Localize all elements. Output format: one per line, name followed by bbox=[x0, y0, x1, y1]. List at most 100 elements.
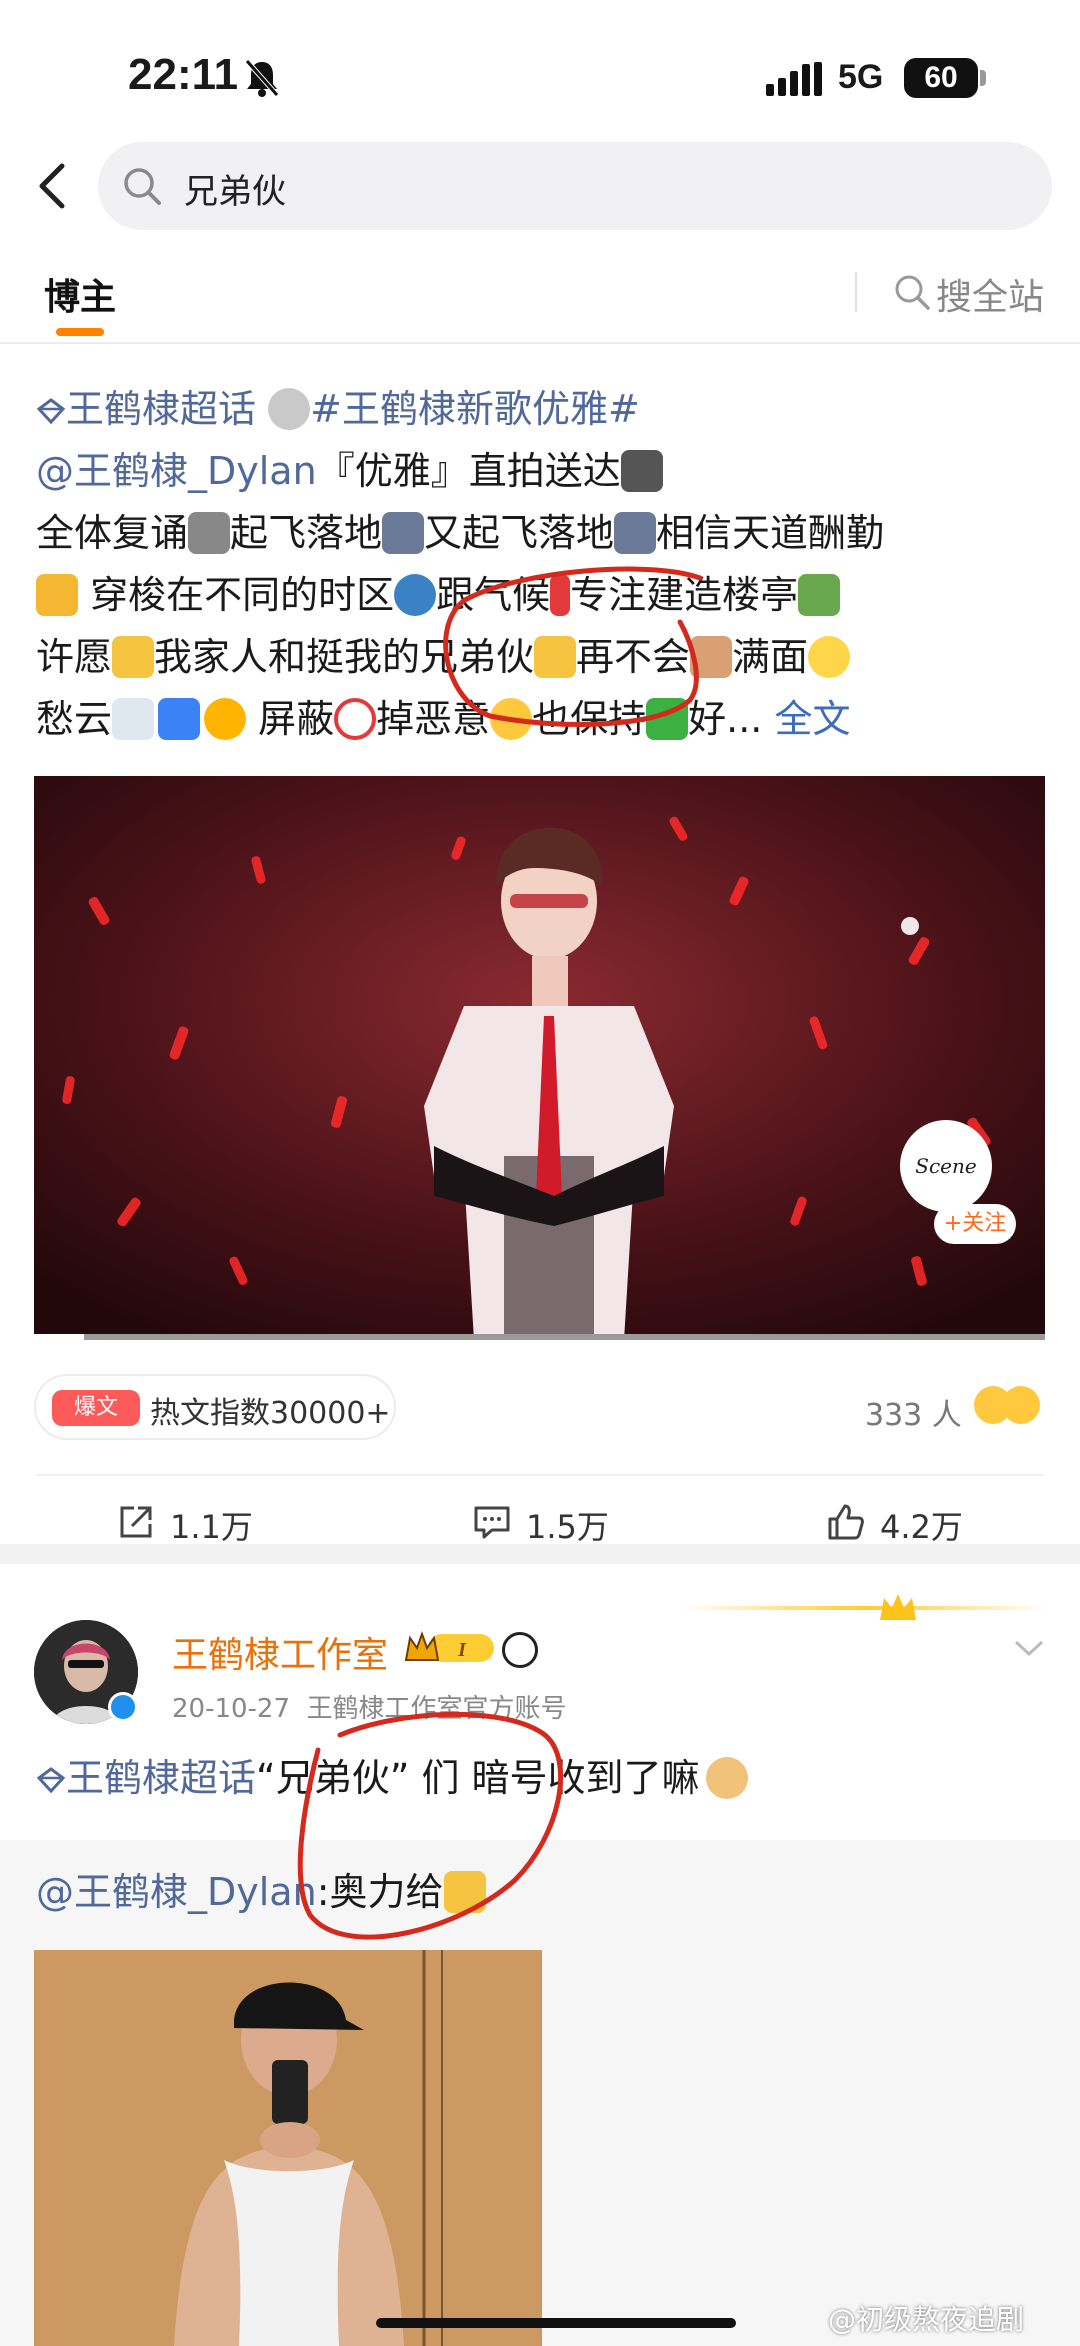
comment-icon bbox=[474, 1506, 510, 1539]
supertopic-icon bbox=[36, 1767, 66, 1794]
watermark: @初级熬夜追剧 bbox=[828, 2303, 1025, 2336]
search-icon bbox=[124, 168, 161, 205]
check-mark-icon bbox=[646, 698, 689, 740]
selfie-image bbox=[34, 1950, 542, 2346]
verified-badge-icon bbox=[108, 1692, 138, 1722]
author-name[interactable]: 王鹤棣工作室 bbox=[172, 1626, 388, 1678]
pensive-face-icon bbox=[808, 636, 851, 678]
crown-icon bbox=[880, 1594, 916, 1620]
video-player[interactable] bbox=[34, 776, 1045, 1340]
megaphone-icon bbox=[188, 512, 231, 554]
repost-block[interactable]: @王鹤棣_Dylan:奥力给 bbox=[0, 1840, 1080, 2346]
repost-image[interactable] bbox=[34, 1950, 542, 2346]
post-text: 我家人和挺我的兄弟伙 bbox=[154, 635, 535, 679]
prohibited-icon bbox=[334, 698, 377, 740]
post-meta: 20-10-27 王鹤棣工作室官方账号 bbox=[172, 1688, 567, 1725]
repost-body: @王鹤棣_Dylan:奥力给 bbox=[36, 1862, 486, 1922]
search-query: 兄弟伙 bbox=[184, 172, 286, 212]
post-text: 起飞落地 bbox=[230, 511, 383, 555]
supertopic-link[interactable]: 王鹤棣超话 bbox=[66, 387, 256, 431]
bell-off-icon bbox=[245, 59, 279, 97]
post-text: 满面 bbox=[732, 635, 809, 679]
video-camera-icon bbox=[620, 450, 663, 492]
read-more-link[interactable]: 全文 bbox=[774, 697, 850, 741]
post-text: 跟气候 bbox=[436, 573, 551, 617]
vip-level-icon: I bbox=[404, 1631, 494, 1662]
post-card[interactable]: 王鹤棣超话 #王鹤棣新歌优雅# @王鹤棣_Dylan『优雅』直拍送达 全体复诵起… bbox=[0, 344, 1080, 1546]
comment-count: 1.5万 bbox=[526, 1508, 609, 1546]
hashtag-link[interactable]: #王鹤棣新歌优雅# bbox=[310, 387, 640, 431]
follow-button[interactable]: +关注 bbox=[934, 1204, 1016, 1244]
like-count: 4.2万 bbox=[880, 1508, 963, 1546]
post-text: 再不会 bbox=[576, 635, 691, 679]
post-card[interactable]: 王鹤棣工作室 I 20-10-27 王鹤棣工作室官方账号 王鹤棣超话“兄弟伙” … bbox=[0, 1564, 1080, 2346]
post-text: 专注建造楼亭 bbox=[570, 573, 799, 617]
flexed-bicep-icon bbox=[36, 574, 78, 616]
hot-index-chip[interactable]: 爆文 热文指数30000+ bbox=[34, 1374, 396, 1440]
hot-index-text: 热文指数30000+ bbox=[150, 1396, 391, 1431]
post-line: 王鹤棣超话 #王鹤棣新歌优雅# bbox=[36, 378, 1046, 440]
folded-hands-icon bbox=[112, 636, 155, 678]
post-text: 穿梭在不同的时区 bbox=[78, 573, 395, 617]
supertopic-icon bbox=[36, 398, 66, 425]
viewer-count: 333 人 bbox=[865, 1398, 962, 1433]
video-frame-image bbox=[34, 776, 1045, 1340]
chevron-down-icon[interactable] bbox=[1012, 1636, 1046, 1660]
post-text: 也保持 bbox=[532, 697, 647, 741]
post-line: @王鹤棣_Dylan『优雅』直拍送达 bbox=[36, 440, 1046, 502]
rock-hand-icon bbox=[534, 636, 577, 678]
repost-text: :奥力给 bbox=[316, 1870, 444, 1914]
post-line: 许愿 我家人和挺我的兄弟伙 再不会 满面 bbox=[36, 626, 1046, 688]
video-progress-track[interactable] bbox=[34, 1334, 1045, 1340]
post-source: 王鹤棣工作室官方账号 bbox=[306, 1694, 567, 1724]
sun-icon bbox=[204, 698, 247, 740]
post-text: 相信天道酬勤 bbox=[656, 511, 885, 555]
hot-badge: 爆文 bbox=[52, 1390, 140, 1426]
person-gesturing-no-icon bbox=[690, 636, 733, 678]
signal-icon bbox=[766, 62, 822, 96]
airplane-landing-icon bbox=[382, 512, 425, 554]
network-type: 5G bbox=[838, 58, 884, 96]
panda-icon bbox=[502, 1632, 538, 1668]
fist-icon bbox=[443, 1871, 486, 1913]
battery-tip bbox=[980, 70, 986, 86]
post-text: 又起飞落地 bbox=[424, 511, 615, 555]
post-body: 王鹤棣超话“兄弟伙” 们 暗号收到了嘛 bbox=[36, 1748, 1046, 1808]
mention-link[interactable]: @王鹤棣_Dylan bbox=[36, 1870, 317, 1914]
divider bbox=[36, 1474, 1044, 1476]
tab-divider bbox=[855, 272, 857, 312]
post-text: “兄弟伙” 们 暗号收到了嘛 bbox=[256, 1756, 700, 1800]
post-line: 全体复诵 起飞落地 又起飞落地 相信天道酬勤 bbox=[36, 502, 1046, 564]
cloud-icon bbox=[112, 698, 155, 740]
post-line: 穿梭在不同的时区 跟气候 专注建造楼亭 bbox=[36, 564, 1046, 626]
mention-link[interactable]: @王鹤棣_Dylan bbox=[36, 449, 317, 493]
back-arrow-icon[interactable] bbox=[24, 156, 84, 216]
post-text: 愁云 bbox=[36, 697, 113, 741]
relieved-face-icon bbox=[490, 698, 533, 740]
crown-decoration bbox=[680, 1606, 1050, 1610]
thermometer-icon bbox=[550, 574, 571, 616]
disco-ball-icon bbox=[268, 388, 311, 430]
home-indicator[interactable] bbox=[376, 2318, 736, 2328]
doge-icon bbox=[705, 1757, 748, 1799]
post-text: 掉恶意 bbox=[376, 697, 491, 741]
house-with-garden-icon bbox=[798, 574, 841, 616]
tab-bozhu[interactable]: 博主 bbox=[44, 268, 116, 320]
search-all-label: 搜全站 bbox=[936, 277, 1045, 318]
vip-level-text: I bbox=[457, 1639, 467, 1661]
status-bar: 22:11 5G 60 bbox=[0, 0, 1080, 150]
globe-icon bbox=[394, 574, 437, 616]
post-body: 王鹤棣超话 #王鹤棣新歌优雅# @王鹤棣_Dylan『优雅』直拍送达 全体复诵起… bbox=[36, 378, 1046, 750]
share-icon bbox=[120, 1506, 152, 1538]
channel-logo[interactable]: Scene bbox=[900, 1120, 992, 1212]
post-text: 好... bbox=[688, 697, 763, 741]
supertopic-link[interactable]: 王鹤棣超话 bbox=[66, 1756, 256, 1800]
post-line: 愁云 屏蔽 掉恶意 也保持 好... 全文 bbox=[36, 688, 1046, 750]
post-text: 全体复诵 bbox=[36, 511, 189, 555]
right-arrow-icon bbox=[158, 698, 201, 740]
video-progress-fill bbox=[34, 1334, 84, 1340]
search-input[interactable]: 兄弟伙 bbox=[98, 142, 1052, 230]
airplane-departure-icon bbox=[614, 512, 657, 554]
battery-indicator: 60 bbox=[904, 58, 978, 98]
post-separator bbox=[0, 1544, 1080, 1564]
